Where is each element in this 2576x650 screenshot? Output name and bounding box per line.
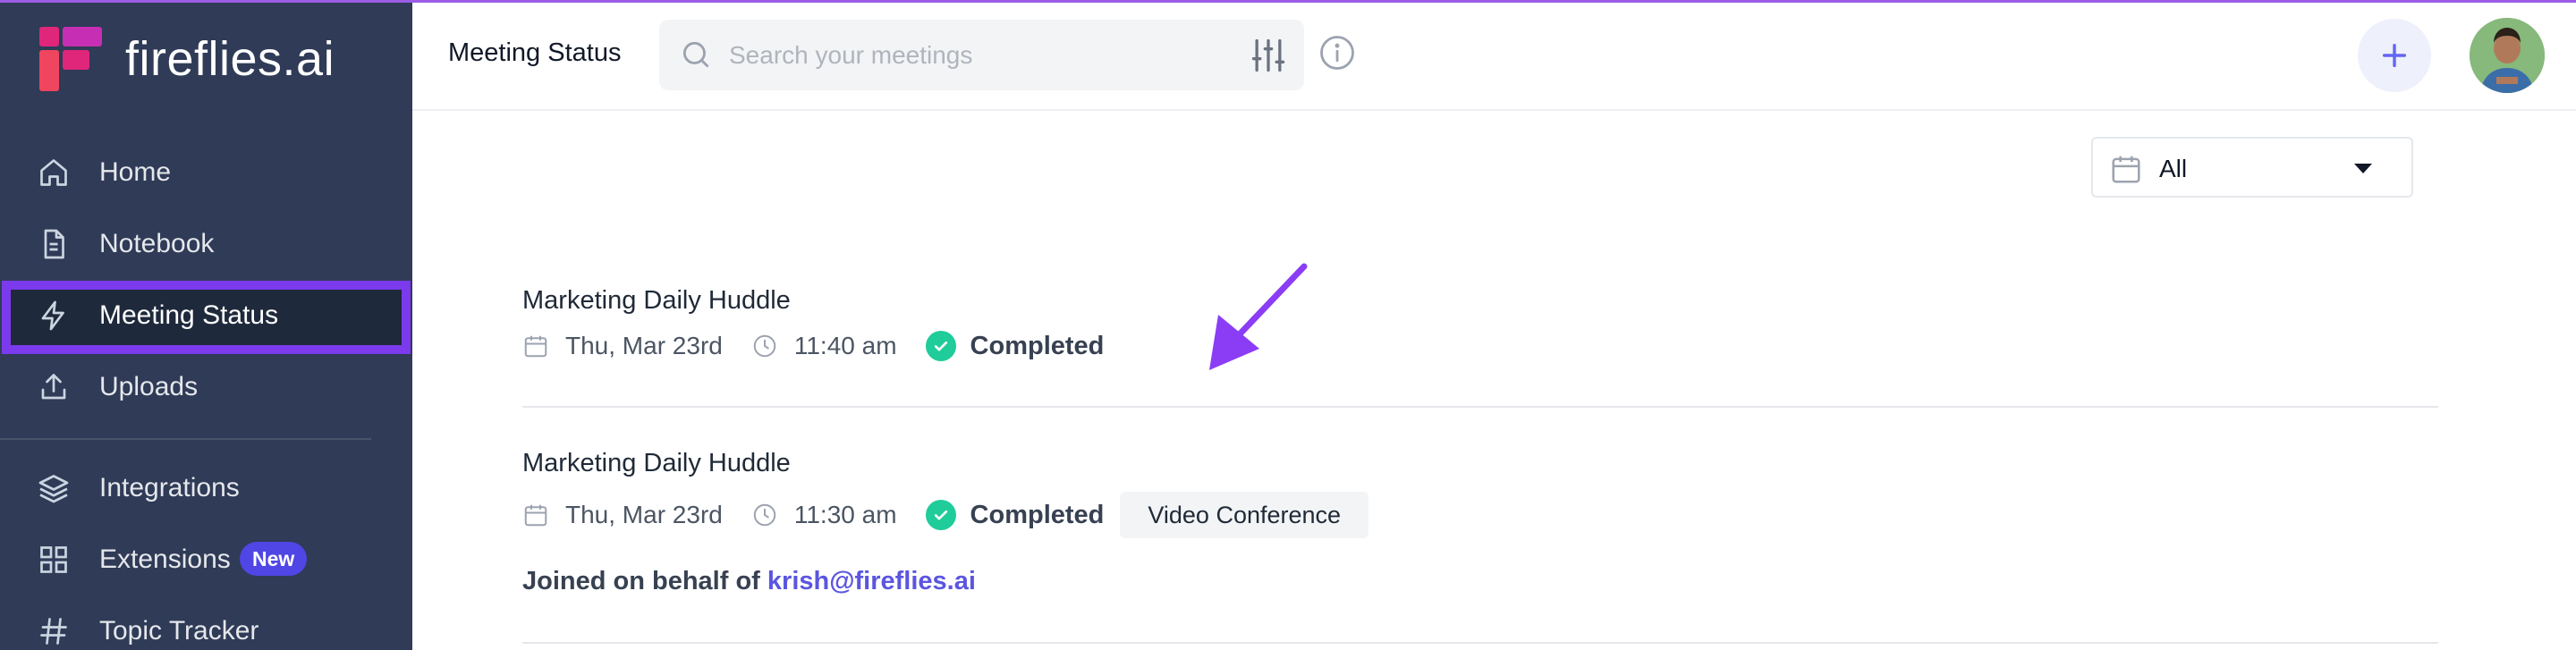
joined-email-link[interactable]: krish@fireflies.ai	[767, 567, 976, 595]
top-accent-line	[0, 0, 2576, 3]
avatar[interactable]	[2470, 18, 2545, 93]
brand-logo[interactable]: fireflies.ai	[39, 27, 335, 91]
date-filter-value: All	[2159, 155, 2188, 182]
search-icon	[682, 41, 709, 68]
clock-icon	[753, 503, 776, 527]
meeting-meta: Thu, Mar 23rd 11:30 am Completed Video C…	[522, 492, 1369, 538]
layers-icon	[36, 470, 72, 506]
grid-icon	[36, 542, 72, 578]
meeting-date: Thu, Mar 23rd	[522, 501, 723, 529]
calendar-icon	[524, 504, 547, 527]
joined-on-behalf: Joined on behalf of krish@fireflies.ai	[522, 567, 976, 596]
sidebar-item-label: Extensions	[99, 544, 231, 574]
date-filter-dropdown[interactable]: All	[2091, 137, 2413, 198]
sidebar-item-integrations[interactable]: Integrations	[0, 452, 412, 524]
chevron-down-icon	[2354, 164, 2372, 173]
list-separator	[522, 642, 2438, 644]
meeting-meta: Thu, Mar 23rd 11:40 am Completed	[522, 331, 1120, 361]
info-icon[interactable]	[1318, 34, 1356, 72]
sidebar-item-topic-tracker[interactable]: Topic Tracker	[0, 595, 412, 650]
calendar-icon	[524, 335, 547, 358]
clock-icon	[753, 334, 776, 358]
document-icon	[36, 226, 72, 262]
sidebar-item-uploads[interactable]: Uploads	[0, 351, 412, 423]
new-badge: New	[240, 542, 308, 576]
add-meeting-button[interactable]	[2358, 19, 2431, 92]
check-circle-icon	[925, 500, 956, 530]
sidebar-item-meeting-status[interactable]: Meeting Status	[0, 280, 412, 351]
meeting-title[interactable]: Marketing Daily Huddle	[522, 449, 791, 478]
hashtag-icon	[36, 613, 72, 649]
status-badge: Completed	[925, 500, 1104, 530]
status-badge: Completed	[925, 331, 1104, 361]
page-title: Meeting Status	[448, 38, 622, 67]
home-icon	[36, 155, 72, 190]
list-separator	[522, 406, 2438, 408]
sidebar-item-label: Integrations	[99, 473, 240, 502]
sidebar-item-label: Home	[99, 157, 172, 187]
filter-sliders-icon[interactable]	[1249, 36, 1288, 75]
meeting-item[interactable]: Marketing Daily Huddle Thu, Mar 23rd 11:…	[522, 286, 2438, 393]
pointer-arrow-icon	[1209, 263, 1308, 370]
plus-icon	[2382, 43, 2407, 68]
sidebar-item-notebook[interactable]: Notebook	[0, 208, 412, 280]
search-bar	[659, 20, 1304, 90]
sidebar-item-label: Meeting Status	[99, 300, 279, 330]
meeting-type-tag: Video Conference	[1120, 492, 1369, 538]
sidebar-item-label: Notebook	[99, 229, 215, 258]
joined-prefix: Joined on behalf of	[522, 567, 760, 595]
meeting-time: 11:30 am	[751, 501, 897, 529]
meeting-date: Thu, Mar 23rd	[522, 332, 723, 360]
sidebar: fireflies.ai Home Notebook Meeting Statu…	[0, 0, 412, 650]
sidebar-divider	[0, 438, 371, 440]
meeting-title[interactable]: Marketing Daily Huddle	[522, 286, 791, 316]
search-input[interactable]	[729, 36, 1230, 75]
check-circle-icon	[925, 331, 956, 361]
lightning-icon	[36, 298, 72, 333]
meeting-item[interactable]: Marketing Daily Huddle Thu, Mar 23rd 11:…	[522, 449, 2438, 610]
sidebar-item-label: Uploads	[99, 372, 199, 401]
calendar-icon	[2112, 156, 2140, 183]
top-header: Meeting Status	[412, 0, 2576, 111]
meeting-time: 11:40 am	[751, 332, 897, 360]
sidebar-item-label: Topic Tracker	[99, 616, 259, 646]
fireflies-logo-icon	[39, 27, 102, 91]
brand-name: fireflies.ai	[125, 32, 335, 86]
sidebar-item-home[interactable]: Home	[0, 137, 412, 208]
sidebar-item-extensions[interactable]: Extensions	[0, 524, 412, 595]
upload-icon	[36, 369, 72, 405]
